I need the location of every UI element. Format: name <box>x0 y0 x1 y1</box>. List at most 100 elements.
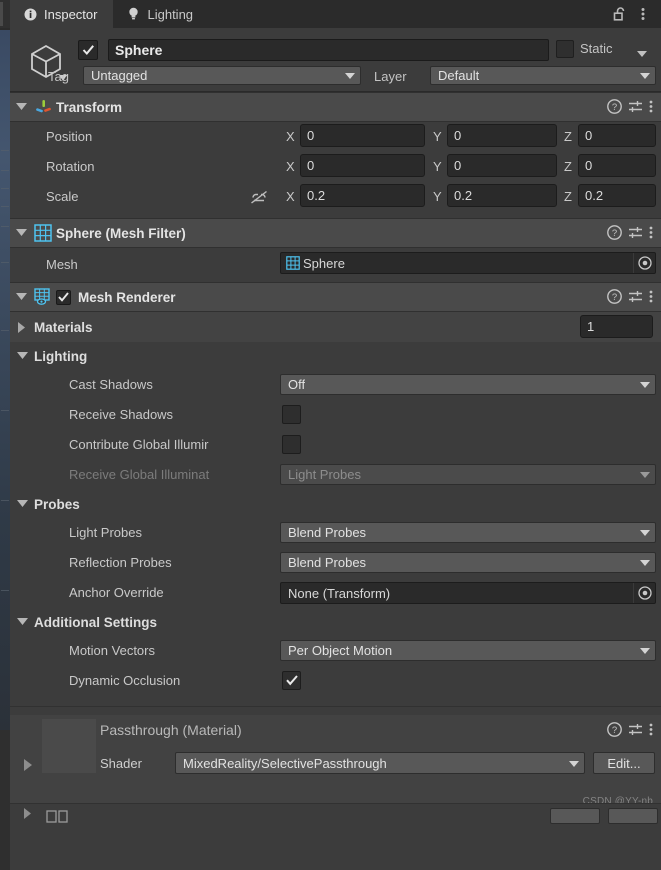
motion-vectors-dropdown[interactable]: Per Object Motion <box>280 640 656 661</box>
collapsed-triangle-icon[interactable] <box>24 807 32 822</box>
receive-gi-value: Light Probes <box>288 467 361 482</box>
unlocked-padlock-icon[interactable] <box>610 3 630 25</box>
preset-sliders-icon[interactable] <box>628 722 643 740</box>
group-additional-settings[interactable]: Additional Settings <box>10 608 661 636</box>
rotation-x-input[interactable]: 0 <box>300 154 425 177</box>
position-z-input[interactable]: 0 <box>578 124 656 147</box>
mesh-renderer-icon <box>32 287 54 307</box>
mesh-renderer-enabled-checkbox[interactable] <box>56 289 71 305</box>
gameobject-enabled-checkbox[interactable] <box>78 40 98 60</box>
foldout-triangle-icon[interactable] <box>10 103 32 111</box>
tag-value: Untagged <box>91 68 148 83</box>
motion-vectors-value: Per Object Motion <box>288 643 393 658</box>
static-dropdown-arrow[interactable] <box>637 46 647 61</box>
cast-shadows-dropdown[interactable]: Off <box>280 374 656 395</box>
position-x-input[interactable]: 0 <box>300 124 425 147</box>
mesh-label: Mesh <box>46 257 78 272</box>
shader-dropdown[interactable]: MixedReality/SelectivePassthrough <box>175 752 585 774</box>
partial-field-2[interactable] <box>608 808 658 824</box>
kebab-menu-icon[interactable] <box>649 225 653 243</box>
component-actions-transform: ? <box>607 93 653 123</box>
materials-label: Materials <box>34 319 93 335</box>
tag-dropdown[interactable]: Untagged <box>83 66 361 85</box>
component-actions-mesh-filter: ? <box>607 219 653 249</box>
collapsed-triangle-icon[interactable] <box>10 321 34 333</box>
kebab-menu-icon[interactable] <box>633 3 653 25</box>
axis-x-label: X <box>286 159 295 174</box>
materials-count-input[interactable]: 1 <box>580 315 653 338</box>
object-picker-icon[interactable] <box>633 253 655 273</box>
lightbulb-icon <box>126 7 140 21</box>
static-checkbox[interactable] <box>556 40 574 58</box>
group-lighting[interactable]: Lighting <box>10 342 661 370</box>
materials-foldout-row[interactable]: Materials 1 <box>10 312 661 342</box>
constrained-proportions-off-icon[interactable] <box>250 190 268 208</box>
group-probes-label: Probes <box>34 496 80 512</box>
scale-y-input[interactable]: 0.2 <box>447 184 557 207</box>
foldout-triangle-icon[interactable] <box>10 618 34 626</box>
component-header-transform[interactable]: Transform ? <box>10 92 661 122</box>
transform-fields: Position X 0 Y 0 Z 0 Rotation X 0 Y 0 Z … <box>10 122 661 218</box>
help-icon[interactable]: ? <box>607 99 622 117</box>
help-icon[interactable]: ? <box>607 722 622 740</box>
scale-z-input[interactable]: 0.2 <box>578 184 656 207</box>
light-probes-dropdown[interactable]: Blend Probes <box>280 522 656 543</box>
component-title-transform: Transform <box>56 99 123 115</box>
inspector-tabbar: Inspector Lighting <box>10 0 661 28</box>
mesh-object-field[interactable]: Sphere <box>280 252 656 274</box>
motion-vectors-label: Motion Vectors <box>69 643 155 658</box>
foldout-triangle-icon[interactable] <box>10 352 34 360</box>
axis-y-label: Y <box>433 129 442 144</box>
chevron-down-icon <box>640 643 650 658</box>
dynamic-occlusion-checkbox[interactable] <box>282 671 301 690</box>
scale-label: Scale <box>46 189 79 204</box>
foldout-triangle-icon[interactable] <box>10 229 32 237</box>
preset-sliders-icon[interactable] <box>628 225 643 243</box>
axis-y-label: Y <box>433 159 442 174</box>
kebab-menu-icon[interactable] <box>649 722 653 740</box>
reflection-probes-dropdown[interactable]: Blend Probes <box>280 552 656 573</box>
rotation-y-input[interactable]: 0 <box>447 154 557 177</box>
chevron-down-icon <box>640 555 650 570</box>
group-probes[interactable]: Probes <box>10 490 661 518</box>
rotation-x-value: 0 <box>307 158 315 173</box>
anchor-override-value: None (Transform) <box>288 585 391 601</box>
svg-text:?: ? <box>612 228 617 239</box>
foldout-triangle-icon[interactable] <box>10 500 34 508</box>
preset-sliders-icon[interactable] <box>628 289 643 307</box>
tag-layer-row: Tag Untagged Layer Default <box>10 66 661 90</box>
material-separator <box>10 706 661 715</box>
component-actions-mesh-renderer: ? <box>607 283 653 313</box>
mesh-grid-icon <box>284 256 302 270</box>
transform-row-rotation: Rotation X 0 Y 0 Z 0 <box>10 152 661 182</box>
help-icon[interactable]: ? <box>607 225 622 243</box>
contribute-gi-checkbox[interactable] <box>282 435 301 454</box>
axis-x-label: X <box>286 189 295 204</box>
receive-shadows-checkbox[interactable] <box>282 405 301 424</box>
kebab-menu-icon[interactable] <box>649 99 653 117</box>
field-dynamic-occlusion: Dynamic Occlusion <box>10 666 661 696</box>
object-picker-icon[interactable] <box>633 583 655 603</box>
tabbar-actions <box>610 0 661 28</box>
kebab-menu-icon[interactable] <box>649 289 653 307</box>
receive-gi-dropdown: Light Probes <box>280 464 656 485</box>
partial-field-1[interactable] <box>550 808 600 824</box>
layer-dropdown[interactable]: Default <box>430 66 656 85</box>
help-icon[interactable]: ? <box>607 289 622 307</box>
edit-shader-button[interactable]: Edit... <box>593 752 655 774</box>
preset-sliders-icon[interactable] <box>628 99 643 117</box>
gameobject-name-input[interactable]: Sphere <box>108 39 549 61</box>
position-y-input[interactable]: 0 <box>447 124 557 147</box>
component-header-mesh-filter[interactable]: Sphere (Mesh Filter) ? <box>10 218 661 248</box>
tab-lighting[interactable]: Lighting <box>113 0 209 28</box>
scale-x-input[interactable]: 0.2 <box>300 184 425 207</box>
rotation-z-input[interactable]: 0 <box>578 154 656 177</box>
layer-value: Default <box>438 68 480 83</box>
foldout-triangle-icon[interactable] <box>10 293 32 301</box>
tab-inspector[interactable]: Inspector <box>10 0 114 28</box>
material-foldout-collapsed-icon[interactable] <box>24 759 33 774</box>
materials-count-value: 1 <box>587 319 595 334</box>
anchor-override-object-field[interactable]: None (Transform) <box>280 582 656 604</box>
chevron-down-icon <box>640 525 650 540</box>
component-header-mesh-renderer[interactable]: Mesh Renderer ? <box>10 282 661 312</box>
